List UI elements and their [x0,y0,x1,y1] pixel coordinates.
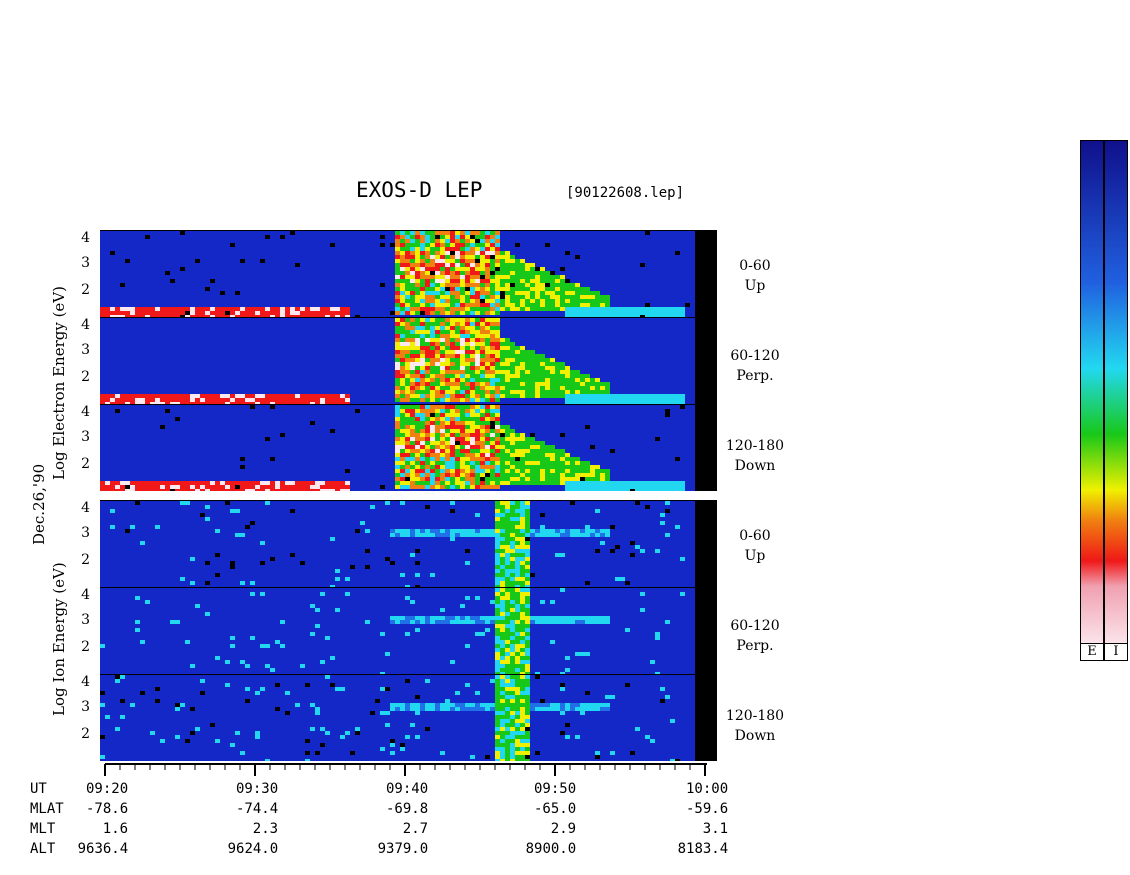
pitch-angle-label: 60-120 Perp. [730,348,780,384]
time-axis [104,763,707,776]
axis-row-value: 2.3 [252,821,279,837]
axis-row-name: ALT [30,841,56,857]
pitch-angle-label: 60-120 Perp. [730,618,780,654]
spectrogram-panel-2 [100,317,717,404]
axis-row-value: 9636.4 [77,841,129,857]
y-tick-label: 4 [81,317,90,333]
spectrogram-panel-5 [100,587,717,674]
y-tick-label: 3 [81,429,90,445]
axis-row-value: 1.6 [102,821,129,837]
axis-row-value: 8900.0 [525,841,577,857]
y-tick-label: 4 [81,587,90,603]
axis-row-value: 8183.4 [677,841,729,857]
axis-row-value: 10:00 [686,781,729,797]
y-tick-label: 2 [81,726,90,742]
spectrogram-panel-4 [100,500,717,587]
y-tick-label: 2 [81,639,90,655]
axis-row-name: MLT [30,821,56,837]
axis-row-value: -65.0 [534,801,577,817]
electron-energy-label: Energy (eV) [50,286,68,377]
y-tick-label: 3 [81,255,90,271]
ion-log-label: Log [50,687,68,716]
pitch-angle-label: 120-180 Down [725,438,785,474]
axis-row-value: 09:40 [386,781,429,797]
y-tick-label: 4 [81,674,90,690]
axis-row-value: -78.6 [86,801,129,817]
axis-row-value: -59.6 [686,801,729,817]
spectrogram-panel-3 [100,404,717,491]
axis-row-value: 3.1 [702,821,729,837]
date-label: Dec.26,'90 [30,463,48,545]
electron-log-label: Log [50,451,68,480]
axis-row-value: 2.7 [402,821,429,837]
y-tick-label: 2 [81,552,90,568]
ion-species-label: Ion [50,658,68,683]
y-tick-label: 2 [81,456,90,472]
ion-axis-label: Log Ion Energy (eV) [50,562,68,716]
y-tick-label: 2 [81,282,90,298]
axis-row-value: 2.9 [550,821,577,837]
y-tick-label: 3 [81,612,90,628]
axis-row-name: UT [30,781,47,797]
colorbar-label-i: I [1104,643,1128,661]
pitch-angle-label: 0-60 Up [739,258,771,294]
chart-title: EXOS-D LEP [356,178,483,202]
y-tick-label: 4 [81,404,90,420]
axis-row-value: 09:20 [86,781,129,797]
spectrogram-panel-6 [100,674,717,761]
electron-axis-label: Log Electron Energy (eV) [50,286,68,480]
file-label: [90122608.lep] [566,185,685,201]
pitch-angle-label: 120-180 Down [725,708,785,744]
ion-energy-label: Energy (eV) [50,562,68,654]
axis-row-value: 09:30 [236,781,279,797]
y-tick-label: 3 [81,342,90,358]
axis-row-value: -69.8 [386,801,429,817]
spectrogram-panel-1 [100,230,717,317]
y-tick-label: 4 [81,500,90,516]
y-tick-label: 3 [81,525,90,541]
axis-row-name: MLAT [30,801,64,817]
pitch-angle-label: 0-60 Up [739,528,771,564]
axis-row-value: 9624.0 [227,841,279,857]
axis-row-value: 9379.0 [377,841,429,857]
axis-row-value: 09:50 [534,781,577,797]
ion-colorbar [1104,140,1128,648]
y-tick-label: 2 [81,369,90,385]
axis-row-value: -74.4 [236,801,279,817]
y-tick-label: 4 [81,230,90,246]
electron-colorbar [1080,140,1104,648]
y-tick-label: 3 [81,699,90,715]
colorbar-label-e: E [1080,643,1104,661]
electron-species-label: Electron [50,381,68,447]
